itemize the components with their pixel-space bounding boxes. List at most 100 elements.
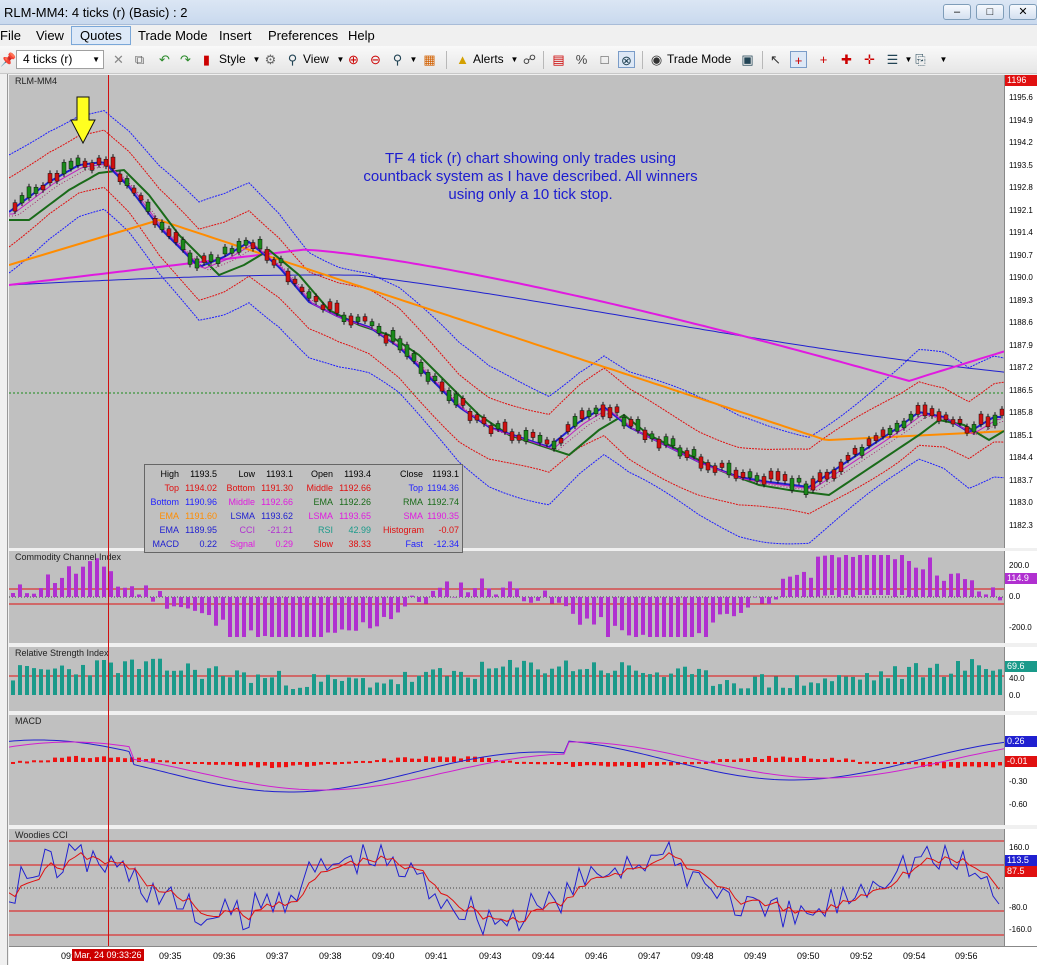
macd-histogram-bar	[480, 757, 484, 762]
print-icon[interactable]: ⎘	[912, 51, 929, 68]
crosshair-toggle-icon[interactable]: ⊗	[618, 51, 635, 68]
crosshair-icon[interactable]: +	[790, 51, 807, 68]
macd-histogram-bar	[67, 756, 71, 762]
macd-histogram-bar	[214, 762, 218, 765]
macd-histogram-bar	[270, 762, 274, 768]
overflow-icon[interactable]: ▼	[935, 51, 952, 68]
macd-signal-tag: -0.01	[1005, 756, 1037, 767]
rsi-bar	[144, 661, 148, 695]
macd-histogram-bar	[830, 757, 834, 762]
zoom-menu-icon[interactable]: ⚲	[389, 51, 406, 68]
price-tick-label: 1184.4	[1009, 453, 1033, 462]
macd-histogram-bar	[158, 760, 162, 763]
restore-button[interactable]: □	[976, 4, 1004, 20]
woodies-cci-panel[interactable]: Woodies CCI	[9, 829, 1004, 946]
interval-select[interactable]: 4 ticks (r) ▼	[16, 50, 104, 69]
window-title: RLM-MM4: 4 ticks (r) (Basic) : 2	[4, 5, 188, 20]
menu-view[interactable]: View	[36, 28, 64, 43]
cross-line-icon[interactable]: +	[815, 51, 832, 68]
settings-icon[interactable]: ⚙	[262, 51, 279, 68]
close-icon[interactable]: ✕	[110, 51, 127, 68]
cci-chart	[9, 555, 1004, 637]
rsi-bar	[235, 670, 239, 695]
bars-color-icon[interactable]: ▤	[550, 51, 567, 68]
cci-bar	[886, 555, 890, 595]
close-button[interactable]: ✕	[1009, 4, 1037, 20]
macd-histogram-bar	[641, 762, 645, 768]
macd-histogram-bar	[795, 757, 799, 762]
candle	[460, 398, 466, 406]
macd-histogram-bar	[487, 757, 491, 762]
rsi-panel[interactable]: Relative Strength Index	[9, 647, 1004, 711]
data-window-label: Slow	[313, 539, 333, 549]
pin-icon[interactable]: 📌	[0, 51, 17, 68]
candle	[327, 301, 333, 310]
cci-bar	[431, 590, 435, 597]
data-window-value: 1191.60	[185, 511, 217, 521]
cci-bar	[158, 591, 162, 597]
list-icon[interactable]: ☰	[884, 51, 901, 68]
cci-panel[interactable]: Commodity Channel Index	[9, 551, 1004, 643]
bars-icon: ▮	[202, 52, 211, 67]
toolbar-separator	[762, 51, 763, 69]
rsi-bar	[312, 674, 316, 695]
chart-icon[interactable]: ▦	[421, 51, 438, 68]
cci-bar	[207, 597, 211, 616]
network-icon[interactable]: ☍	[521, 51, 538, 68]
macd-histogram-bar	[522, 761, 526, 764]
menu-help[interactable]: Help	[348, 28, 375, 43]
style-menu[interactable]: Style	[219, 51, 246, 69]
rsi-bar	[431, 669, 435, 695]
redo-icon[interactable]: ↷	[177, 51, 194, 68]
trade-mode-button[interactable]: Trade Mode	[667, 51, 731, 69]
menu-trade-mode[interactable]: Trade Mode	[138, 28, 208, 43]
rsi-bar	[970, 659, 974, 695]
pointer-icon[interactable]: ↖	[767, 51, 784, 68]
candle	[474, 414, 480, 421]
menu-preferences[interactable]: Preferences	[268, 28, 338, 43]
monitor-icon[interactable]: ▣	[739, 51, 756, 68]
copy-icon[interactable]: ⧉	[131, 51, 148, 68]
zoom-in-icon[interactable]: ⊕	[345, 51, 362, 68]
rsi-bar	[277, 670, 281, 695]
rsi-bar	[347, 677, 351, 695]
view-menu[interactable]: View	[303, 51, 329, 69]
cci-bar	[571, 597, 575, 614]
menu-quotes[interactable]: Quotes	[71, 26, 131, 45]
document-icon[interactable]: □	[596, 51, 613, 68]
candle	[355, 316, 361, 322]
macd-histogram-bar	[893, 762, 897, 764]
rsi-bar	[389, 679, 393, 695]
menu-insert[interactable]: Insert	[219, 28, 252, 43]
cci-bar	[389, 597, 393, 620]
macd-histogram-bar	[648, 762, 652, 765]
candle	[208, 254, 214, 262]
macd-histogram-bar	[620, 762, 624, 766]
price-tick-label: 1189.3	[1009, 295, 1033, 305]
macd-histogram-bar	[914, 762, 918, 765]
cci-bar	[921, 569, 925, 597]
macd-panel[interactable]: MACD	[9, 715, 1004, 825]
percent-icon[interactable]: %	[573, 51, 590, 68]
candle	[12, 202, 18, 212]
cross-point-icon[interactable]: ✚	[838, 51, 855, 68]
rsi-bar	[81, 664, 85, 695]
data-window-value: 1194.36	[427, 483, 459, 493]
undo-icon[interactable]: ↶	[156, 51, 173, 68]
cci-bar	[375, 597, 379, 627]
cross-hair-icon[interactable]: ✛	[861, 51, 878, 68]
menu-file[interactable]: File	[0, 28, 21, 43]
macd-histogram-bar	[515, 762, 519, 764]
rsi-bar	[578, 669, 582, 695]
zoom-out-icon[interactable]: ⊖	[367, 51, 384, 68]
macd-histogram-bar	[25, 761, 29, 764]
cci-bar	[739, 597, 743, 613]
time-tick-label: 09:46	[585, 951, 608, 961]
rsi-bar	[249, 682, 253, 695]
macd-histogram-bar	[424, 756, 428, 762]
candle	[915, 405, 921, 415]
alerts-menu[interactable]: Alerts	[473, 51, 504, 69]
candle	[33, 186, 39, 194]
rsi-bar	[193, 669, 197, 695]
minimize-button[interactable]: –	[943, 4, 971, 20]
